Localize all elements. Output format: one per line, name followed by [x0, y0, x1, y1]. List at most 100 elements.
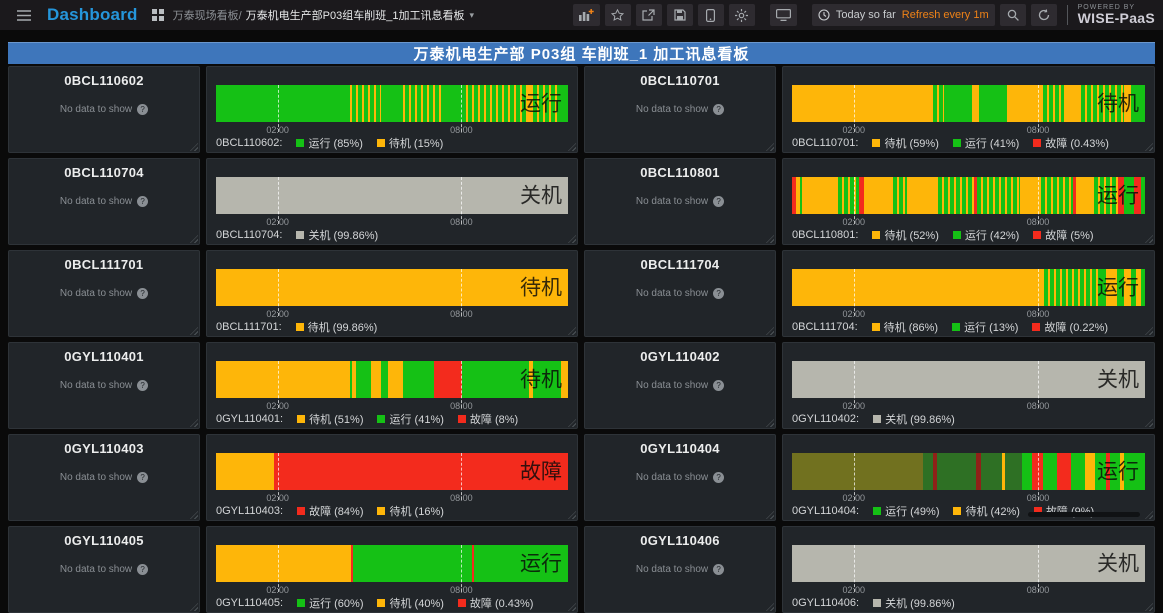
status-timeline-bar[interactable]: 运行: [216, 85, 568, 122]
legend-machine-id: 0GYL110406:: [792, 597, 859, 609]
machine-info-panel: 0GYL110404No data to show?: [584, 434, 776, 521]
panel-resize-handle[interactable]: [190, 603, 198, 611]
status-timeline-bar[interactable]: 运行: [792, 269, 1145, 306]
tv-mode-button[interactable]: [770, 4, 797, 26]
save-button[interactable]: [667, 4, 693, 26]
panel-resize-handle[interactable]: [766, 327, 774, 335]
panel-scrollbar[interactable]: [1028, 512, 1140, 517]
share-button[interactable]: [636, 4, 662, 26]
help-icon[interactable]: ?: [713, 564, 724, 575]
refresh-button[interactable]: [1031, 4, 1057, 26]
legend-item[interactable]: 待机 (40%): [377, 595, 443, 611]
dashboard-picker-icon[interactable]: [152, 9, 164, 21]
legend-item[interactable]: 运行 (41%): [377, 411, 443, 427]
breadcrumb-current[interactable]: 万泰机电生产部P03组车削班_1加工讯息看板: [246, 7, 465, 23]
legend-item[interactable]: 待机 (52%): [872, 227, 938, 243]
legend-item[interactable]: 运行 (42%): [953, 227, 1019, 243]
panel-resize-handle[interactable]: [190, 511, 198, 519]
panel-resize-handle[interactable]: [568, 235, 576, 243]
status-timeline-bar[interactable]: 待机: [216, 361, 568, 398]
legend-item[interactable]: 运行 (41%): [953, 135, 1019, 151]
panel-resize-handle[interactable]: [766, 143, 774, 151]
status-timeline-bar[interactable]: 运行: [216, 545, 568, 582]
panel-resize-handle[interactable]: [568, 143, 576, 151]
legend-item[interactable]: 运行 (60%): [297, 595, 363, 611]
panel-resize-handle[interactable]: [766, 419, 774, 427]
panel-resize-handle[interactable]: [190, 143, 198, 151]
legend-item[interactable]: 待机 (59%): [872, 135, 938, 151]
help-icon[interactable]: ?: [713, 472, 724, 483]
legend-item[interactable]: 故障 (5%): [1033, 227, 1093, 243]
status-timeline-bar[interactable]: 待机: [792, 85, 1145, 122]
status-timeline-bar[interactable]: 运行: [792, 177, 1145, 214]
mobile-view-button[interactable]: [698, 4, 724, 26]
legend-item[interactable]: 关机 (99.86%): [296, 227, 378, 243]
help-icon[interactable]: ?: [713, 288, 724, 299]
time-axis: 02:0008:00: [792, 306, 1145, 319]
help-icon[interactable]: ?: [137, 472, 148, 483]
legend-item[interactable]: 故障 (0.43%): [1033, 135, 1109, 151]
help-icon[interactable]: ?: [713, 380, 724, 391]
star-button[interactable]: [605, 4, 631, 26]
no-data-message: No data to show?: [585, 564, 775, 575]
time-tick-label: 08:00: [1027, 585, 1050, 595]
panel-resize-handle[interactable]: [1145, 603, 1153, 611]
legend-item[interactable]: 关机 (99.86%): [873, 595, 955, 611]
add-panel-button[interactable]: [573, 4, 600, 26]
legend-item[interactable]: 运行 (85%): [296, 135, 362, 151]
chevron-down-icon[interactable]: ▾: [469, 10, 474, 21]
menu-icon[interactable]: [11, 4, 37, 26]
panel-resize-handle[interactable]: [1145, 143, 1153, 151]
panel-resize-handle[interactable]: [568, 511, 576, 519]
legend-item[interactable]: 运行 (13%): [952, 319, 1018, 335]
legend-item[interactable]: 故障 (84%): [297, 503, 363, 519]
status-timeline-bar[interactable]: 关机: [216, 177, 568, 214]
timeline-segment: [1044, 269, 1099, 306]
panel-resize-handle[interactable]: [568, 419, 576, 427]
legend-item[interactable]: 待机 (51%): [297, 411, 363, 427]
timeline-segment: [353, 545, 472, 582]
panel-resize-handle[interactable]: [1145, 419, 1153, 427]
help-icon[interactable]: ?: [713, 104, 724, 115]
app-logo[interactable]: Dashboard: [47, 5, 138, 25]
panel-resize-handle[interactable]: [568, 327, 576, 335]
legend-item[interactable]: 故障 (8%): [458, 411, 518, 427]
status-timeline-bar[interactable]: 待机: [216, 269, 568, 306]
panel-resize-handle[interactable]: [1145, 327, 1153, 335]
time-range-picker[interactable]: Today so far Refresh every 1m: [812, 4, 995, 26]
settings-button[interactable]: [729, 4, 755, 26]
panel-resize-handle[interactable]: [190, 419, 198, 427]
status-timeline-bar[interactable]: 关机: [792, 361, 1145, 398]
legend-item[interactable]: 待机 (42%): [953, 503, 1019, 519]
panel-resize-handle[interactable]: [766, 235, 774, 243]
panel-resize-handle[interactable]: [190, 327, 198, 335]
status-timeline-bar[interactable]: 关机: [792, 545, 1145, 582]
help-icon[interactable]: ?: [137, 196, 148, 207]
status-timeline-bar[interactable]: 故障: [216, 453, 568, 490]
legend-item[interactable]: 待机 (86%): [872, 319, 938, 335]
search-button[interactable]: [1000, 4, 1026, 26]
help-icon[interactable]: ?: [713, 196, 724, 207]
panel-resize-handle[interactable]: [766, 603, 774, 611]
status-timeline-bar[interactable]: 运行: [792, 453, 1145, 490]
help-icon[interactable]: ?: [137, 104, 148, 115]
help-icon[interactable]: ?: [137, 564, 148, 575]
breadcrumb-root[interactable]: 万泰现场看板/: [173, 7, 242, 23]
legend-item[interactable]: 运行 (49%): [873, 503, 939, 519]
legend-item[interactable]: 故障 (0.43%): [458, 595, 534, 611]
panel-resize-handle[interactable]: [1145, 511, 1153, 519]
panel-resize-handle[interactable]: [1145, 235, 1153, 243]
help-icon[interactable]: ?: [137, 380, 148, 391]
time-tick-label: 02:00: [266, 493, 289, 503]
panel-resize-handle[interactable]: [190, 235, 198, 243]
legend-item[interactable]: 故障 (0.22%): [1032, 319, 1108, 335]
panel-resize-handle[interactable]: [766, 511, 774, 519]
help-icon[interactable]: ?: [137, 288, 148, 299]
legend-item[interactable]: 待机 (15%): [377, 135, 443, 151]
legend-item[interactable]: 待机 (16%): [377, 503, 443, 519]
legend-item[interactable]: 关机 (99.86%): [873, 411, 955, 427]
legend: 0BCL110801:待机 (52%)运行 (42%)故障 (5%): [792, 227, 1145, 242]
panel-resize-handle[interactable]: [568, 603, 576, 611]
legend-item[interactable]: 待机 (99.86%): [296, 319, 378, 335]
machine-id: 0GYL110403: [9, 441, 199, 456]
